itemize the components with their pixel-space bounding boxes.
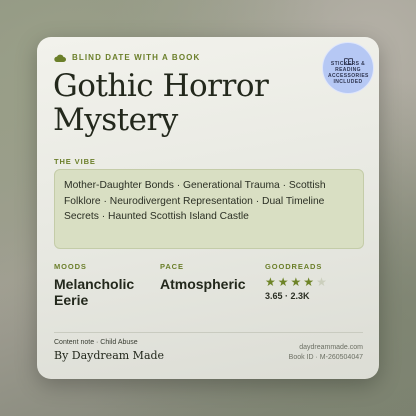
book-icon	[343, 52, 353, 65]
badge-line: STICKERS &	[330, 60, 366, 67]
page-title: Gothic Horror Mystery	[53, 69, 303, 137]
star-icon: ★	[277, 275, 289, 289]
badge-line: INCLUDED	[333, 78, 363, 85]
title-line-1: Gothic Horror	[53, 68, 269, 104]
pace-value: Atmospheric	[160, 276, 246, 292]
star-icon: ★	[316, 275, 327, 289]
mood-item: Melancholic	[54, 276, 135, 292]
byline: By Daydream Made	[54, 349, 165, 362]
website-label: daydreammade.com	[299, 344, 363, 351]
moods-section: MOODS Melancholic Eerie	[54, 262, 134, 308]
vibe-text: Mother-Daughter Bonds · Generational Tra…	[64, 180, 326, 222]
content-note: Content note · Child Abuse	[54, 339, 138, 346]
moods-label: MOODS	[54, 262, 87, 271]
pace-section: PACE Atmospheric	[160, 262, 246, 292]
blind-date-card: BLIND DATE WITH A BOOK Gothic Horror Mys…	[37, 37, 379, 379]
badge-text: STICKERS & READING ACCESSORIES INCLUDED	[328, 61, 368, 85]
badge-line: ACCESSORIES	[328, 72, 369, 79]
vibe-box: Mother-Daughter Bonds · Generational Tra…	[54, 169, 364, 249]
cloud-icon	[54, 54, 66, 62]
divider	[54, 332, 363, 333]
title-line-2: Mystery	[53, 102, 178, 138]
goodreads-label: GOODREADS	[265, 262, 323, 271]
goodreads-section: GOODREADS ★ ★ ★ ★ ★ 3.65 · 2.3K	[265, 262, 327, 301]
mood-item: Eerie	[54, 292, 89, 308]
star-rating: ★ ★ ★ ★ ★	[265, 276, 327, 288]
moods-value: Melancholic Eerie	[54, 276, 134, 308]
vibe-label: THE VIBE	[54, 157, 96, 166]
eyebrow-label: BLIND DATE WITH A BOOK	[72, 53, 201, 62]
star-icon: ★	[265, 275, 276, 289]
accessories-badge: STICKERS & READING ACCESSORIES INCLUDED	[322, 42, 374, 94]
rating-text: 3.65 · 2.3K	[265, 291, 310, 301]
star-icon: ★	[303, 275, 315, 289]
eyebrow: BLIND DATE WITH A BOOK	[54, 53, 200, 62]
star-icon: ★	[290, 275, 302, 289]
book-id: Book ID · M-260504047	[288, 354, 363, 361]
pace-label: PACE	[160, 262, 184, 271]
